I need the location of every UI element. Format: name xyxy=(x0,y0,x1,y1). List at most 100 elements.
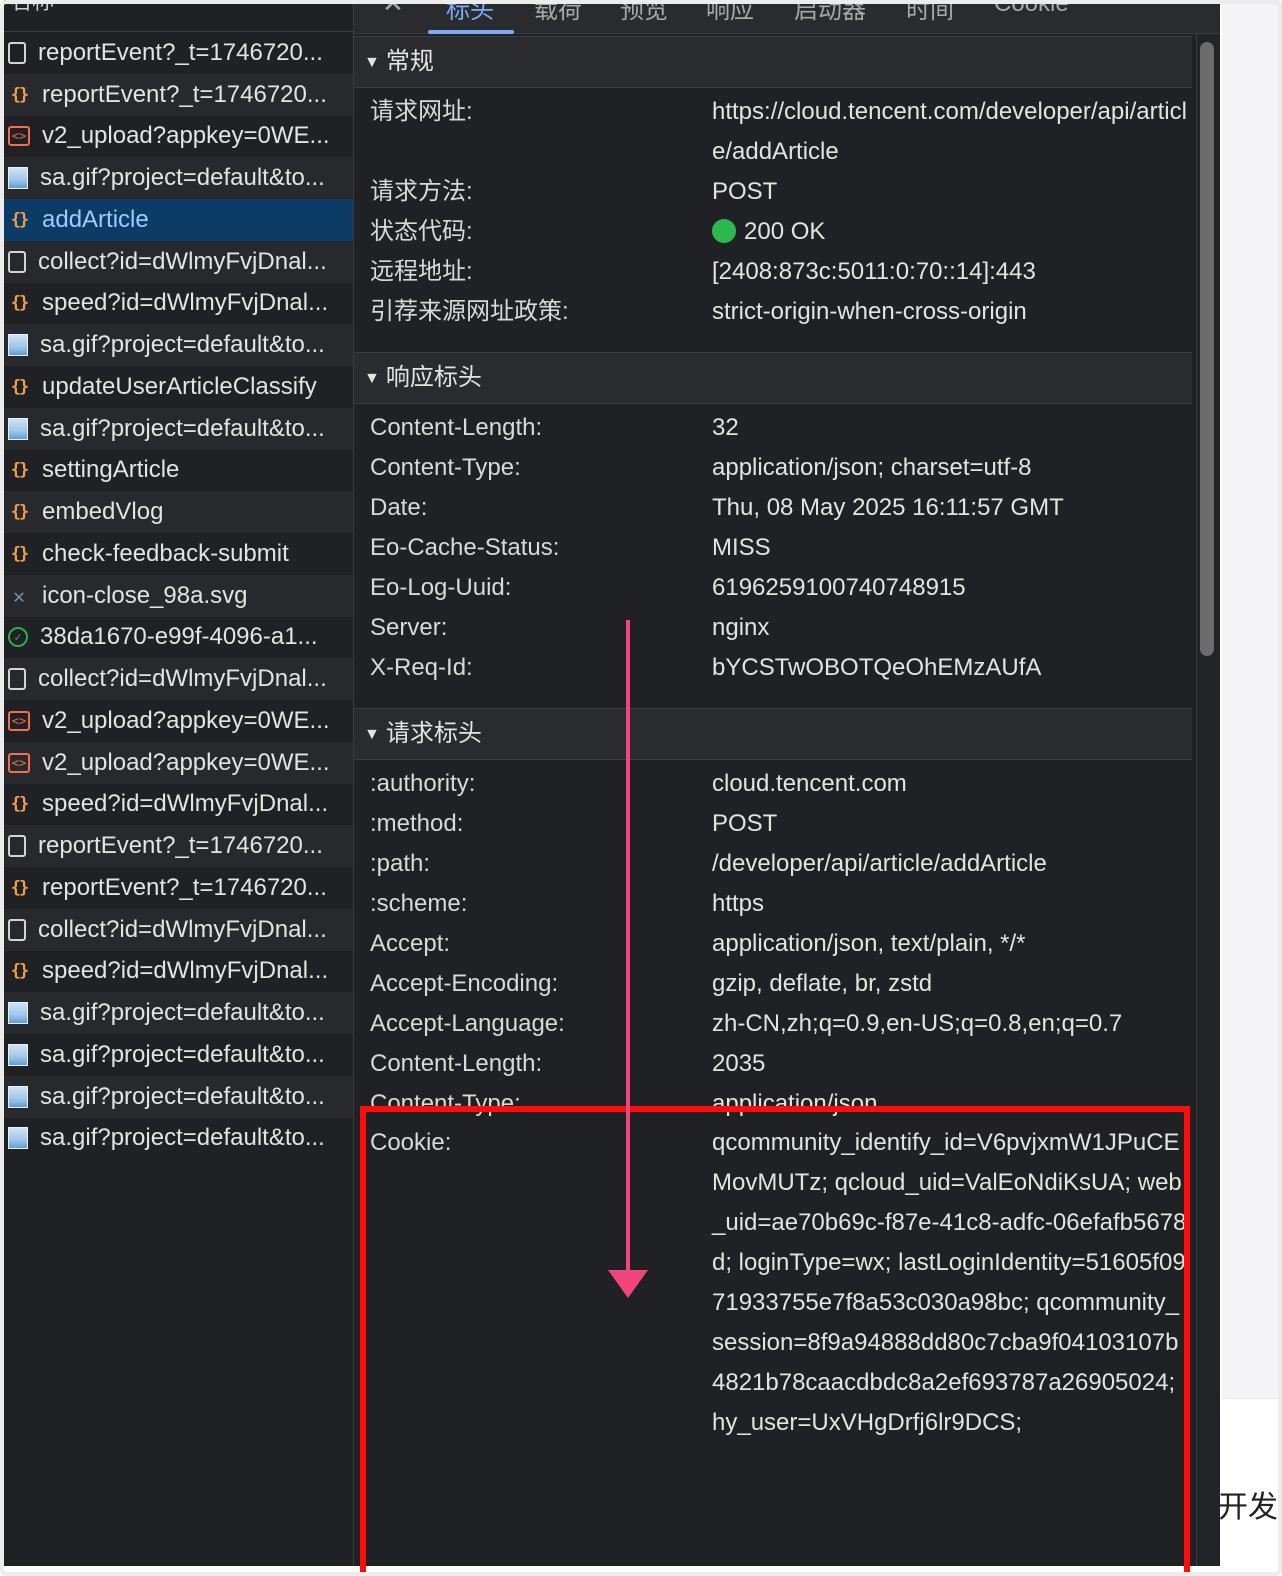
header-value[interactable]: gzip, deflate, br, zstd xyxy=(712,964,1190,1004)
header-value[interactable]: 32 xyxy=(712,408,1190,448)
header-value[interactable]: zh-CN,zh;q=0.9,en-US;q=0.8,en;q=0.7 xyxy=(712,1004,1190,1044)
header-value-text: [2408:873c:5011:0:70::14]:443 xyxy=(712,258,1036,285)
request-row[interactable]: {} check-feedback-submit xyxy=(4,533,353,575)
header-value[interactable]: 200 OK xyxy=(712,212,1190,252)
screenshot: 开发者 名称 reportEvent?_t=1746720... {} report… xyxy=(0,0,1282,1576)
request-row[interactable]: {} speed?id=dWlmyFvjDnal... xyxy=(4,283,353,325)
header-value[interactable]: strict-origin-when-cross-origin xyxy=(712,292,1190,332)
request-row[interactable]: {} speed?id=dWlmyFvjDnal... xyxy=(4,784,353,826)
request-name: collect?id=dWlmyFvjDnal... xyxy=(38,665,327,693)
collapse-triangle-icon: ▼ xyxy=(364,54,380,71)
header-value[interactable]: MISS xyxy=(712,528,1190,568)
request-row[interactable]: {} updateUserArticleClassify xyxy=(4,366,353,408)
request-row[interactable]: sa.gif?project=default&to... xyxy=(4,1075,353,1118)
header-value[interactable]: application/json, text/plain, */* xyxy=(712,924,1190,964)
header-key: Eo-Cache-Status: xyxy=(370,534,560,561)
header-value[interactable]: 2035 xyxy=(712,1044,1190,1084)
tab-cookie[interactable]: Cookie xyxy=(994,0,1069,18)
header-value[interactable]: /developer/api/article/addArticle xyxy=(712,844,1190,884)
request-name: sa.gif?project=default&to... xyxy=(40,999,325,1027)
detail-tabs: ✕ 标头 载荷 预览 响应 启动器 时间 Cookie xyxy=(354,0,1220,34)
image-icon xyxy=(8,417,28,440)
tab-preview[interactable]: 预览 xyxy=(620,0,668,25)
header-value[interactable]: [2408:873c:5011:0:70::14]:443 xyxy=(712,252,1190,292)
header-value-text: bYCSTwOBOTQeOhEMzAUfA xyxy=(712,654,1042,681)
header-value-text: nginx xyxy=(712,614,770,641)
collapse-triangle-icon: ▼ xyxy=(364,370,380,387)
request-list-header[interactable]: 名称 xyxy=(4,0,353,32)
section-response-headers[interactable]: ▼ 响应标头 xyxy=(354,352,1192,404)
json-icon: {} xyxy=(10,460,29,481)
request-row[interactable]: sa.gif?project=default&to... xyxy=(4,157,353,199)
header-row: Accept-Language: zh-CN,zh;q=0.9,en-US;q=0… xyxy=(370,1004,1190,1044)
header-value[interactable]: https xyxy=(712,884,1190,924)
tab-response[interactable]: 响应 xyxy=(706,0,754,25)
request-row[interactable]: {} embedVlog xyxy=(4,491,353,533)
document-icon xyxy=(8,668,26,691)
request-row[interactable]: sa.gif?project=default&to... xyxy=(4,1118,353,1160)
request-row[interactable]: {} speed?id=dWlmyFvjDnal... xyxy=(4,951,353,993)
header-row: :path: /developer/api/article/addArticle xyxy=(370,844,1190,884)
request-row[interactable]: {} reportEvent?_t=1746720... xyxy=(4,73,353,116)
header-key: Server: xyxy=(370,614,448,641)
header-key: 请求网址: xyxy=(370,98,473,125)
request-row[interactable]: collect?id=dWlmyFvjDnal... xyxy=(4,240,353,283)
close-icon[interactable]: ✕ xyxy=(382,0,404,19)
request-row[interactable]: {} reportEvent?_t=1746720... xyxy=(4,867,353,909)
header-value[interactable]: cloud.tencent.com xyxy=(712,764,1190,804)
svg-close-icon: ✕ xyxy=(12,583,26,608)
header-value[interactable]: POST xyxy=(712,804,1190,844)
header-row: X-Req-Id: bYCSTwOBOTQeOhEMzAUfA xyxy=(370,648,1190,688)
request-row[interactable]: sa.gif?project=default&to... xyxy=(4,1034,353,1076)
request-name: speed?id=dWlmyFvjDnal... xyxy=(42,289,329,317)
scrollbar-thumb[interactable] xyxy=(1200,42,1214,656)
header-value[interactable]: Thu, 08 May 2025 16:11:57 GMT xyxy=(712,488,1190,528)
status-ok-icon xyxy=(712,219,736,243)
request-row[interactable]: sa.gif?project=default&to... xyxy=(4,324,353,366)
header-value[interactable]: bYCSTwOBOTQeOhEMzAUfA xyxy=(712,648,1190,688)
json-icon: {} xyxy=(10,209,29,230)
request-row[interactable]: reportEvent?_t=1746720... xyxy=(4,32,353,74)
request-name: reportEvent?_t=1746720... xyxy=(42,873,327,901)
image-icon xyxy=(8,1002,28,1025)
tab-initiator[interactable]: 启动器 xyxy=(794,0,866,25)
header-row: Content-Length: 32 xyxy=(370,408,1190,448)
image-icon xyxy=(8,1043,28,1066)
header-key: :scheme: xyxy=(370,890,468,917)
header-value[interactable]: 6196259100740748915 xyxy=(712,568,1190,608)
request-name: sa.gif?project=default&to... xyxy=(40,414,325,442)
request-row[interactable]: ✕ icon-close_98a.svg xyxy=(4,574,353,617)
request-row[interactable]: ✓ 38da1670-e99f-4096-a1... xyxy=(4,617,353,659)
json-icon: {} xyxy=(10,794,29,815)
header-key: Content-Length: xyxy=(370,414,543,441)
header-row: Eo-Log-Uuid: 6196259100740748915 xyxy=(370,568,1190,608)
request-row[interactable]: sa.gif?project=default&to... xyxy=(4,992,353,1034)
request-name: reportEvent?_t=1746720... xyxy=(38,832,323,860)
tab-headers[interactable]: 标头 xyxy=(446,0,494,25)
request-name: check-feedback-submit xyxy=(42,539,289,567)
section-title: 常规 xyxy=(385,48,434,75)
header-row: :scheme: https xyxy=(370,884,1190,924)
request-name: collect?id=dWlmyFvjDnal... xyxy=(38,247,327,275)
request-row[interactable]: collect?id=dWlmyFvjDnal... xyxy=(4,908,353,951)
name-column-header: 名称 xyxy=(10,0,55,14)
request-row[interactable]: <> v2_upload?appkey=0WE... xyxy=(4,741,353,784)
request-row[interactable]: sa.gif?project=default&to... xyxy=(4,407,353,450)
section-general[interactable]: ▼ 常规 xyxy=(354,36,1192,88)
header-value[interactable]: application/json; charset=utf-8 xyxy=(712,448,1190,488)
request-name: reportEvent?_t=1746720... xyxy=(38,38,323,66)
request-row[interactable]: reportEvent?_t=1746720... xyxy=(4,825,353,867)
request-name: speed?id=dWlmyFvjDnal... xyxy=(42,957,329,985)
request-row[interactable]: <> v2_upload?appkey=0WE... xyxy=(4,116,353,158)
request-row[interactable]: {} addArticle xyxy=(4,199,353,241)
tab-payload[interactable]: 载荷 xyxy=(534,0,582,25)
header-value[interactable]: POST xyxy=(712,172,1190,212)
tab-timing[interactable]: 时间 xyxy=(906,0,954,25)
request-row[interactable]: {} settingArticle xyxy=(4,450,353,492)
request-row[interactable]: <> v2_upload?appkey=0WE... xyxy=(4,700,353,742)
json-icon: {} xyxy=(10,502,29,523)
request-row[interactable]: collect?id=dWlmyFvjDnal... xyxy=(4,658,353,700)
section-request-headers[interactable]: ▼ 请求标头 xyxy=(354,708,1192,760)
header-value[interactable]: https://cloud.tencent.com/developer/api/… xyxy=(712,92,1190,172)
header-value[interactable]: nginx xyxy=(712,608,1190,648)
